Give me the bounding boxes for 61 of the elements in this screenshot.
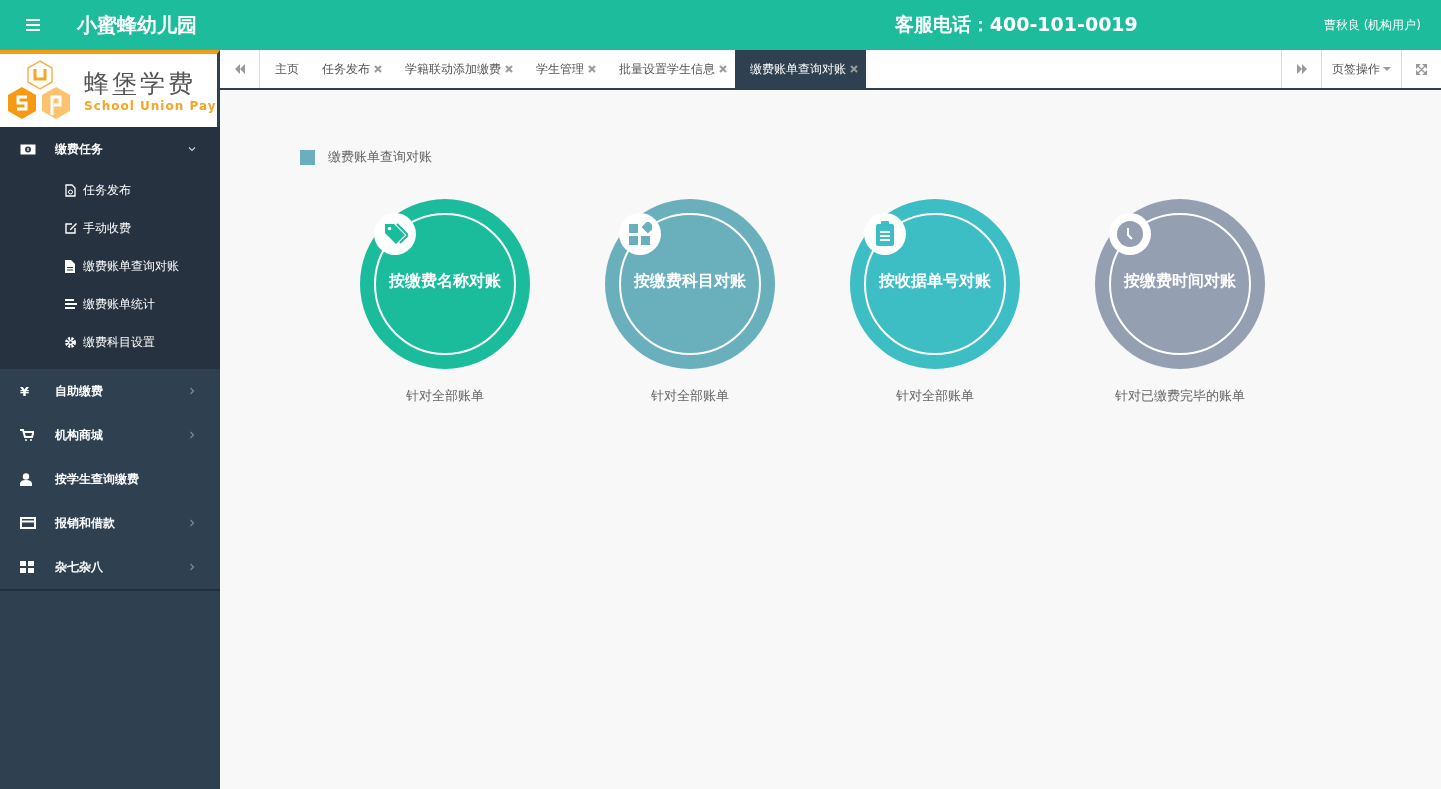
cart-icon <box>20 429 34 441</box>
grid-icon <box>20 561 34 573</box>
tab[interactable]: 主页 <box>260 50 307 88</box>
blocks-icon <box>619 213 661 255</box>
circle-subtitle: 针对全部账单 <box>406 387 484 405</box>
sidebar-item[interactable]: 机构商城 <box>0 413 220 457</box>
tab[interactable]: 学籍联动添加缴费 <box>390 50 521 88</box>
chevron-right-icon <box>188 519 196 527</box>
double-right-arrow-icon <box>1296 64 1307 74</box>
tab[interactable]: 学生管理 <box>521 50 604 88</box>
lines-icon <box>65 299 77 309</box>
yen-icon: ¥ <box>20 383 30 399</box>
tab[interactable]: 缴费账单查询对账 <box>735 50 866 88</box>
logo-subtitle: School Union Pay <box>84 98 217 113</box>
chevron-right-icon <box>188 431 196 439</box>
close-icon[interactable] <box>505 65 513 73</box>
submenu-item[interactable]: 缴费账单查询对账 <box>0 247 220 285</box>
caret-icon <box>1383 66 1391 72</box>
logo-name: 蜂堡学费 <box>84 68 197 99</box>
credit-card-icon <box>20 517 36 529</box>
double-left-arrow-icon <box>234 64 245 74</box>
section-marker-icon <box>300 149 315 165</box>
circle-subtitle: 针对全部账单 <box>651 387 729 405</box>
circle-title: 按收据单号对账 <box>879 271 991 292</box>
chevron-right-icon <box>188 563 196 571</box>
tab[interactable]: 批量设置学生信息 <box>604 50 735 88</box>
circle-subtitle: 针对已缴费完毕的账单 <box>1115 387 1245 405</box>
circle-subtitle: 针对全部账单 <box>896 387 974 405</box>
school-name: 小蜜蜂幼儿园 <box>77 11 197 39</box>
chevron-right-icon <box>188 387 196 395</box>
chevron-down-icon <box>188 145 196 153</box>
section-title: 缴费账单查询对账 <box>328 148 432 166</box>
sidebar-item[interactable]: 缴费任务 <box>0 127 220 171</box>
submenu-item[interactable]: 缴费科目设置 <box>0 323 220 361</box>
submenu-item[interactable]: 缴费账单统计 <box>0 285 220 323</box>
close-icon[interactable] <box>588 65 596 73</box>
circle-title: 按缴费名称对账 <box>389 271 501 292</box>
banknote-icon <box>20 143 36 155</box>
sidebar-item[interactable]: ¥ 自助缴费 <box>0 369 220 413</box>
menu-icon[interactable] <box>26 19 40 31</box>
submenu-item[interactable]: 任务发布 <box>0 171 220 209</box>
sidebar-item[interactable]: 杂七杂八 <box>0 545 220 589</box>
tab[interactable]: 任务发布 <box>307 50 390 88</box>
close-icon[interactable] <box>850 65 858 73</box>
user-icon <box>20 472 32 486</box>
document-icon <box>65 183 76 197</box>
tag-icon <box>374 213 416 255</box>
file-icon <box>65 259 75 273</box>
expand-icon <box>1416 63 1427 75</box>
clock-icon <box>1109 213 1151 255</box>
close-icon[interactable] <box>719 65 727 73</box>
sidebar-item[interactable]: 报销和借款 <box>0 501 220 545</box>
settings-icon <box>65 336 76 348</box>
circle-title: 按缴费时间对账 <box>1124 271 1236 292</box>
submenu-item[interactable]: 手动收费 <box>0 209 220 247</box>
hotline-text: 客服电话：400-101-0019 <box>894 12 1138 37</box>
sidebar-item[interactable]: 按学生查询缴费 <box>0 457 220 501</box>
clipboard-icon <box>864 213 906 255</box>
edit-icon <box>65 222 78 234</box>
close-icon[interactable] <box>374 65 382 73</box>
circle-title: 按缴费科目对账 <box>634 271 746 292</box>
